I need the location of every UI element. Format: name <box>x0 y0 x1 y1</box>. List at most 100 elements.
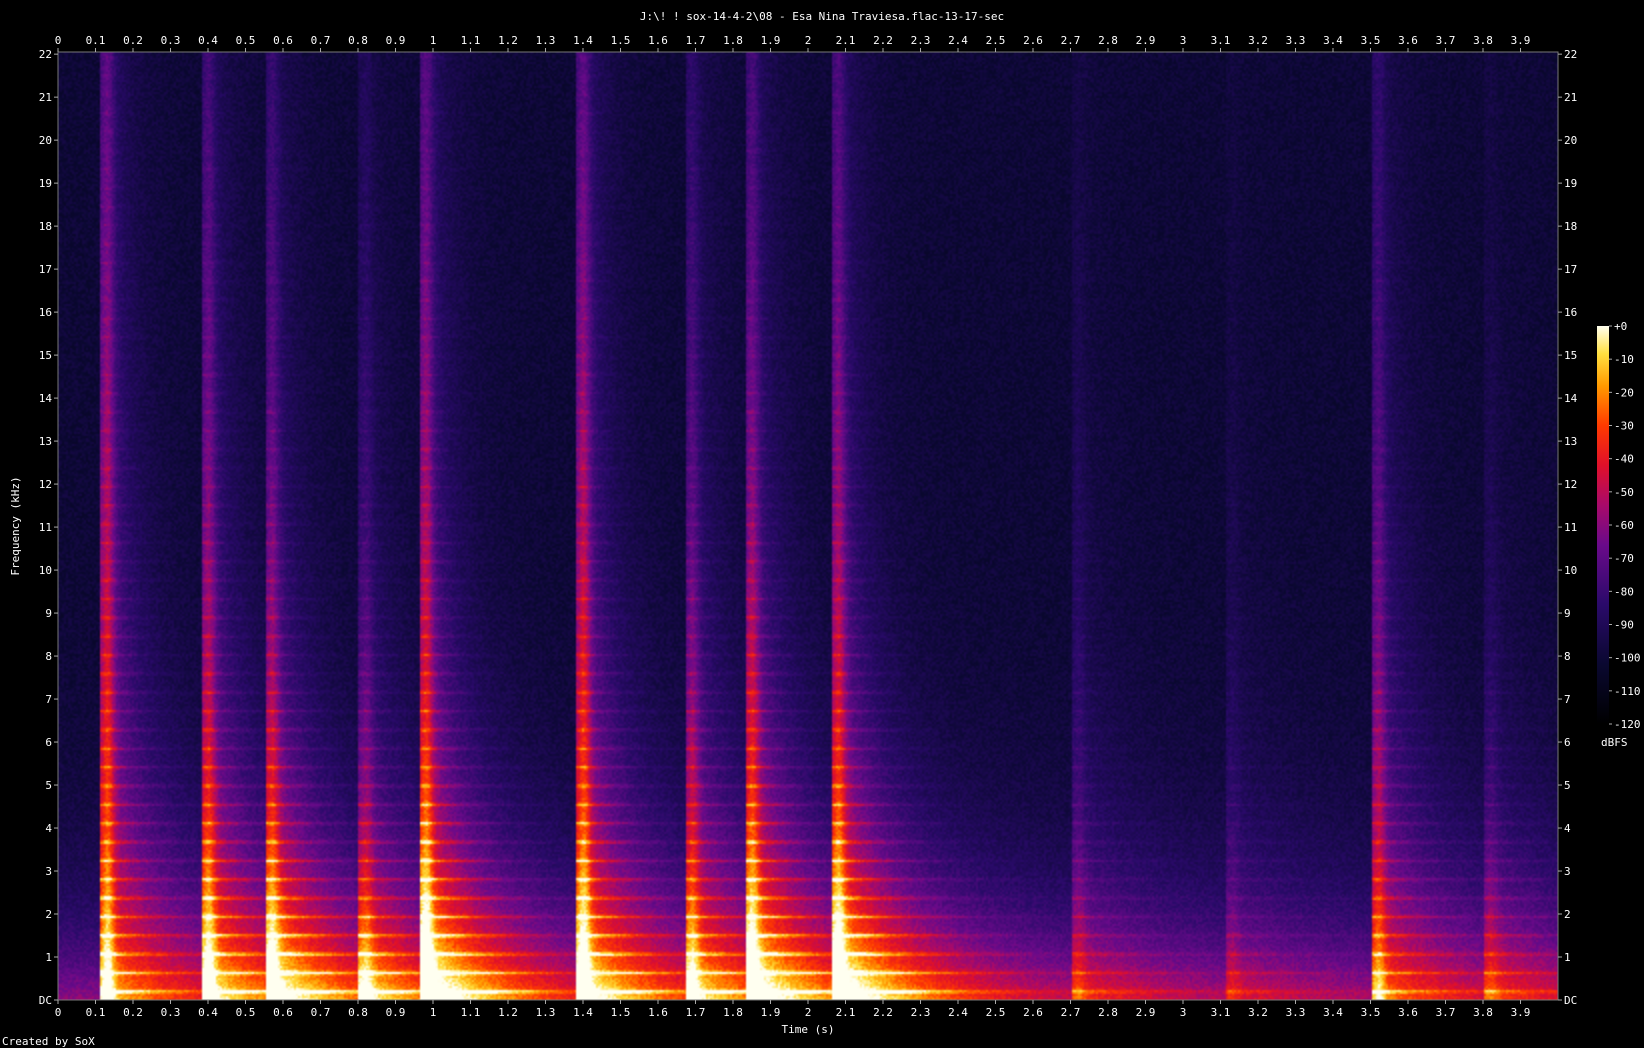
y-tick-label-left: 11 <box>39 521 52 534</box>
x-tick-label-bottom: 1.8 <box>723 1006 743 1019</box>
x-tick-label-top: 1.3 <box>536 34 556 47</box>
y-tick-label-right: 19 <box>1564 177 1577 190</box>
colorbar-tick-label: -20 <box>1614 386 1634 399</box>
x-tick-label-bottom: 1.6 <box>648 1006 668 1019</box>
x-tick-label-bottom: 1.3 <box>536 1006 556 1019</box>
x-tick-label-bottom: 2.8 <box>1098 1006 1118 1019</box>
chart-title: J:\! ! sox-14-4-2\08 - Esa Nina Traviesa… <box>640 10 1004 23</box>
y-tick-label-right: 20 <box>1564 134 1577 147</box>
colorbar-tick-label: -30 <box>1614 420 1634 433</box>
x-tick-label-top: 2.4 <box>948 34 968 47</box>
x-tick-label-bottom: 3.5 <box>1361 1006 1381 1019</box>
x-tick-label-bottom: 2.6 <box>1023 1006 1043 1019</box>
x-tick-label-bottom: 0 <box>55 1006 62 1019</box>
y-tick-label-right: 17 <box>1564 263 1577 276</box>
spectrogram-heatmap <box>58 52 1558 1000</box>
x-tick-label-bottom: 0.3 <box>161 1006 181 1019</box>
x-tick-label-bottom: 2.9 <box>1136 1006 1156 1019</box>
x-axis-bottom: 0 0.1 0.2 0.3 0.4 0.5 0.6 0.7 0.8 0.9 1 1.1 1.2 1.3 1.… <box>55 1000 1531 1019</box>
colorbar-tick-label: -110 <box>1614 685 1641 698</box>
y-tick-label-right: 14 <box>1564 392 1578 405</box>
x-tick-label-bottom: 3.3 <box>1286 1006 1306 1019</box>
footer-credit: Created by SoX <box>2 1035 95 1048</box>
x-tick-label-top: 1.2 <box>498 34 518 47</box>
y-tick-label-left: 6 <box>45 736 52 749</box>
y-tick-label-right: 21 <box>1564 91 1577 104</box>
x-tick-label-top: 0 <box>55 34 62 47</box>
y-tick-label-right: 15 <box>1564 349 1577 362</box>
x-tick-label-top: 0.6 <box>273 34 293 47</box>
colorbar-axis: +0 -10 -20 -30 -40 -50 -60 -70 -80 -90 -100 -110 -12… <box>1609 320 1641 731</box>
x-tick-label-top: 3.9 <box>1511 34 1531 47</box>
x-tick-label-bottom: 0.5 <box>236 1006 256 1019</box>
y-tick-label-left: 21 <box>39 91 52 104</box>
x-tick-label-bottom: 1.9 <box>761 1006 781 1019</box>
x-tick-label-bottom: 0.6 <box>273 1006 293 1019</box>
x-tick-label-top: 2.5 <box>986 34 1006 47</box>
y-tick-label-right: 3 <box>1564 865 1571 878</box>
y-tick-label-left: 12 <box>39 478 52 491</box>
x-tick-label-bottom: 3.4 <box>1323 1006 1343 1019</box>
y-tick-label-right: DC <box>1564 994 1577 1007</box>
x-tick-label-bottom: 3.9 <box>1511 1006 1531 1019</box>
y-tick-label-left: DC <box>39 994 52 1007</box>
x-tick-label-top: 0.8 <box>348 34 368 47</box>
colorbar <box>1597 326 1609 724</box>
y-tick-label-left: 14 <box>39 392 53 405</box>
y-tick-label-left: 19 <box>39 177 52 190</box>
y-tick-label-left: 10 <box>39 564 52 577</box>
x-tick-label-top: 2.1 <box>836 34 856 47</box>
y-tick-label-right: 10 <box>1564 564 1577 577</box>
x-tick-label-bottom: 2.3 <box>911 1006 931 1019</box>
x-tick-label-top: 0.2 <box>123 34 143 47</box>
y-tick-label-right: 1 <box>1564 951 1571 964</box>
colorbar-label: dBFS <box>1601 736 1628 749</box>
y-axis-label: Frequency (kHz) <box>9 476 22 575</box>
y-tick-label-left: 8 <box>45 650 52 663</box>
y-tick-label-right: 2 <box>1564 908 1571 921</box>
y-tick-label-right: 13 <box>1564 435 1577 448</box>
y-axis-left: DC12345678910111213141516171819202122 <box>39 48 58 1007</box>
x-tick-label-bottom: 1.7 <box>686 1006 706 1019</box>
y-tick-label-right: 11 <box>1564 521 1577 534</box>
y-tick-label-left: 20 <box>39 134 52 147</box>
y-tick-label-left: 18 <box>39 220 52 233</box>
x-tick-label-bottom: 3.1 <box>1211 1006 1231 1019</box>
y-tick-label-right: 4 <box>1564 822 1571 835</box>
y-tick-label-left: 2 <box>45 908 52 921</box>
x-tick-label-top: 3.2 <box>1248 34 1268 47</box>
x-tick-label-top: 3.8 <box>1473 34 1493 47</box>
y-tick-label-left: 17 <box>39 263 52 276</box>
x-tick-label-top: 0.7 <box>311 34 331 47</box>
y-tick-label-right: 8 <box>1564 650 1571 663</box>
x-tick-label-top: 0.3 <box>161 34 181 47</box>
x-tick-label-top: 0.4 <box>198 34 218 47</box>
x-tick-label-bottom: 2.2 <box>873 1006 893 1019</box>
x-tick-label-bottom: 0.2 <box>123 1006 143 1019</box>
x-tick-label-bottom: 3.6 <box>1398 1006 1418 1019</box>
spectrogram-chart: J:\! ! sox-14-4-2\08 - Esa Nina Traviesa… <box>2 10 1641 1048</box>
x-tick-label-top: 1.4 <box>573 34 593 47</box>
y-tick-label-left: 7 <box>45 693 52 706</box>
x-tick-label-bottom: 0.8 <box>348 1006 368 1019</box>
y-tick-label-left: 22 <box>39 48 52 61</box>
colorbar-tick-label: -10 <box>1614 353 1634 366</box>
y-tick-label-left: 13 <box>39 435 52 448</box>
x-tick-label-bottom: 2.1 <box>836 1006 856 1019</box>
x-tick-label-bottom: 0.7 <box>311 1006 331 1019</box>
x-tick-label-top: 1.1 <box>461 34 481 47</box>
colorbar-tick-label: -40 <box>1614 453 1634 466</box>
y-tick-label-left: 3 <box>45 865 52 878</box>
x-tick-label-bottom: 1.2 <box>498 1006 518 1019</box>
y-tick-label-right: 16 <box>1564 306 1577 319</box>
x-tick-label-bottom: 2.5 <box>986 1006 1006 1019</box>
x-tick-label-top: 2 <box>805 34 812 47</box>
y-tick-label-right: 22 <box>1564 48 1577 61</box>
y-tick-label-left: 9 <box>45 607 52 620</box>
y-tick-label-right: 18 <box>1564 220 1577 233</box>
x-tick-label-top: 1.8 <box>723 34 743 47</box>
x-tick-label-top: 1 <box>430 34 437 47</box>
x-tick-label-bottom: 0.1 <box>86 1006 106 1019</box>
x-tick-label-bottom: 2 <box>805 1006 812 1019</box>
x-tick-label-top: 3.3 <box>1286 34 1306 47</box>
